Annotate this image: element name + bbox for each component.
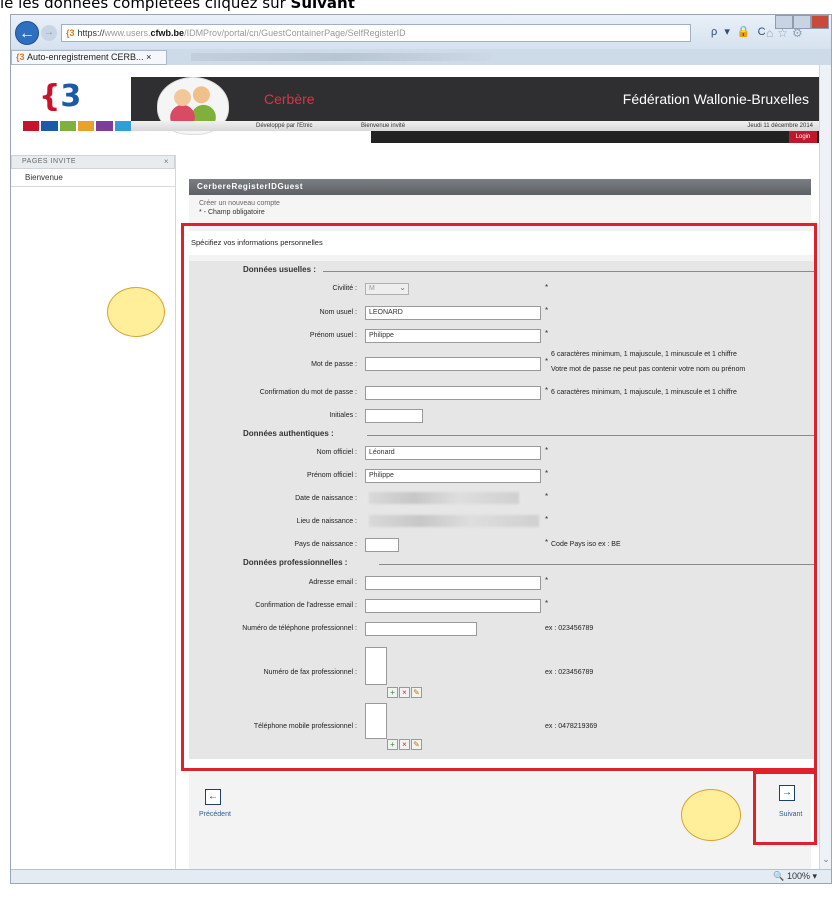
maximize-icon[interactable] (793, 15, 811, 29)
caption-bold-text: Suivant (290, 0, 355, 12)
site-header: {3 Fédération Wallonie-Bruxelles Cerbère… (21, 75, 821, 143)
zoom-level[interactable]: 🔍 100% ▾ (773, 871, 817, 882)
header-subbar: Développé par l'Etnic Bienvenue invité J… (131, 121, 821, 131)
create-account-text: Créer un nouveau compte (199, 200, 280, 207)
tab-strip: {3 Auto-enregistrement CERB... × (11, 49, 831, 65)
url-domain: cfwb.be (150, 28, 185, 38)
sidebar-divider (175, 155, 176, 871)
header-dark-banner: Fédération Wallonie-Bruxelles (131, 77, 821, 123)
url-path: /IDMProv/portal/cn/GuestContainerPage/Se… (184, 28, 406, 38)
annotation-marker (107, 287, 165, 337)
required-field-note: * - Champ obligatoire (199, 209, 265, 216)
site-favicon-icon: {3 (66, 28, 75, 38)
back-arrow-icon[interactable]: ← (15, 21, 39, 45)
sidebar-heading-label: PAGES INVITE (22, 158, 77, 165)
org-name: Fédération Wallonie-Bruxelles (622, 91, 809, 107)
url-field[interactable]: {3 https://www.users.cfwb.be/IDMProv/port… (61, 24, 691, 42)
previous-button-label[interactable]: Précédent (199, 811, 231, 818)
browser-tab[interactable]: {3 Auto-enregistrement CERB... × (11, 50, 167, 65)
url-protocol: https:// (77, 28, 105, 38)
portlet-title: CerbereRegisterIDGuest (189, 179, 811, 195)
minimize-icon[interactable] (775, 15, 793, 29)
login-bar: Login (371, 131, 821, 143)
blurred-tab-area (191, 53, 491, 61)
portlet-intro: Créer un nouveau compte * - Champ obliga… (189, 195, 811, 221)
status-bar: 🔍 100% ▾ (11, 869, 831, 883)
guest-sidebar: PAGES INVITE × Bienvenue (11, 155, 175, 187)
scroll-down-icon[interactable]: ⌄ (820, 854, 832, 865)
brand-color-block (114, 121, 131, 131)
browser-window: ← → {3 https://www.users.cfwb.be/IDMProv/… (10, 14, 832, 884)
previous-arrow-icon[interactable]: ← (205, 789, 221, 805)
current-date: Jeudi 11 décembre 2014 (747, 123, 813, 129)
url-tools[interactable]: ρ ▾ 🔒 C (711, 25, 768, 38)
brand-color-block (96, 121, 113, 131)
annotation-marker (681, 789, 741, 841)
close-icon[interactable]: × (164, 156, 169, 168)
tab-close-icon[interactable]: × (146, 52, 151, 62)
close-window-icon[interactable] (811, 15, 829, 29)
brand-color-block (77, 121, 95, 131)
brand-color-block (23, 121, 40, 131)
next-highlight-box (753, 771, 817, 845)
fwb-logo: {3 (39, 79, 82, 114)
tab-favicon-icon: {3 (16, 52, 28, 62)
brand-color-block (59, 121, 76, 131)
brand-color-bar (23, 121, 131, 131)
form-highlight-box (181, 223, 817, 771)
welcome-text: Bienvenue invité (361, 123, 406, 129)
login-button[interactable]: Login (789, 131, 817, 143)
window-controls[interactable] (775, 15, 829, 29)
url-subdomain: www.users. (104, 28, 151, 38)
web-page: {3 Fédération Wallonie-Bruxelles Cerbère… (11, 65, 821, 883)
site-name: Cerbère (264, 91, 315, 107)
forward-arrow-icon[interactable]: → (41, 25, 57, 41)
address-bar-area: ← → {3 https://www.users.cfwb.be/IDMProv/… (11, 15, 831, 49)
zoom-icon: 🔍 (773, 871, 787, 881)
sidebar-item-bienvenue[interactable]: Bienvenue (11, 169, 175, 187)
zoom-value: 100% (786, 871, 810, 881)
caption-text: ie les données complétées cliquez sur (0, 0, 291, 12)
brand-color-block (41, 121, 58, 131)
sidebar-heading: PAGES INVITE × (11, 155, 175, 169)
developed-by: Développé par l'Etnic (256, 123, 313, 129)
vertical-scrollbar[interactable]: ⌄ (819, 65, 831, 871)
tab-title: Auto-enregistrement CERB... (27, 52, 144, 62)
